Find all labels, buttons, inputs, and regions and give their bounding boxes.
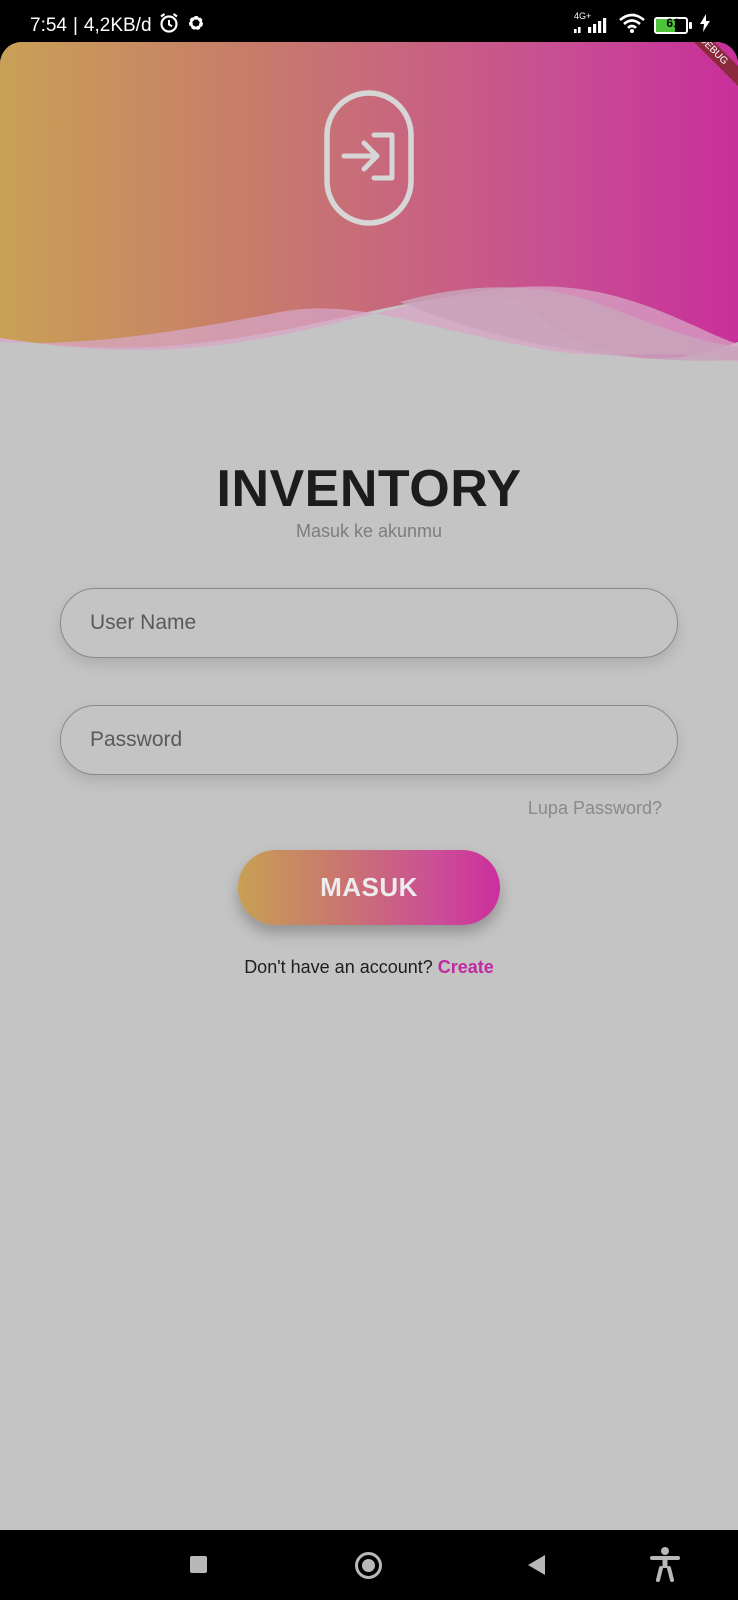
password-input[interactable] — [61, 706, 677, 774]
login-screen: DEBUG INVENTORY Masuk ke akunmu Lupa Pas… — [0, 42, 738, 1530]
login-door-icon — [324, 90, 414, 231]
status-separator: | — [72, 15, 78, 36]
signup-prompt: Don't have an account? Create — [0, 957, 738, 978]
home-icon[interactable] — [355, 1552, 382, 1579]
forgot-password-link[interactable]: Lupa Password? — [528, 798, 662, 819]
settings-icon — [186, 13, 206, 39]
create-account-link[interactable]: Create — [438, 957, 494, 977]
status-left: 7:54 | 4,2KB/d — [30, 12, 206, 40]
status-time: 7:54 — [30, 15, 67, 36]
page-subtitle: Masuk ke akunmu — [295, 521, 443, 541]
wifi-icon — [618, 12, 646, 39]
alarm-icon — [158, 12, 180, 40]
signup-prompt-text: Don't have an account? — [244, 957, 433, 977]
status-net-speed: 4,2KB/d — [83, 15, 152, 36]
accessibility-icon[interactable] — [650, 1546, 680, 1587]
page-title: INVENTORY — [216, 460, 522, 518]
battery-level: 61 — [666, 16, 680, 30]
battery-tip — [689, 22, 692, 29]
charging-icon — [700, 14, 710, 37]
password-field[interactable] — [60, 705, 678, 775]
login-button[interactable]: MASUK — [238, 850, 500, 925]
recents-icon[interactable] — [190, 1556, 207, 1573]
status-right: 4G+ 61 — [574, 11, 710, 39]
signal-4g-icon: 4G+ — [574, 11, 610, 37]
back-icon[interactable] — [528, 1555, 545, 1575]
username-field[interactable] — [60, 588, 678, 658]
navigation-bar — [0, 1530, 738, 1600]
username-input[interactable] — [61, 589, 677, 657]
battery-icon: 61 — [654, 16, 692, 34]
